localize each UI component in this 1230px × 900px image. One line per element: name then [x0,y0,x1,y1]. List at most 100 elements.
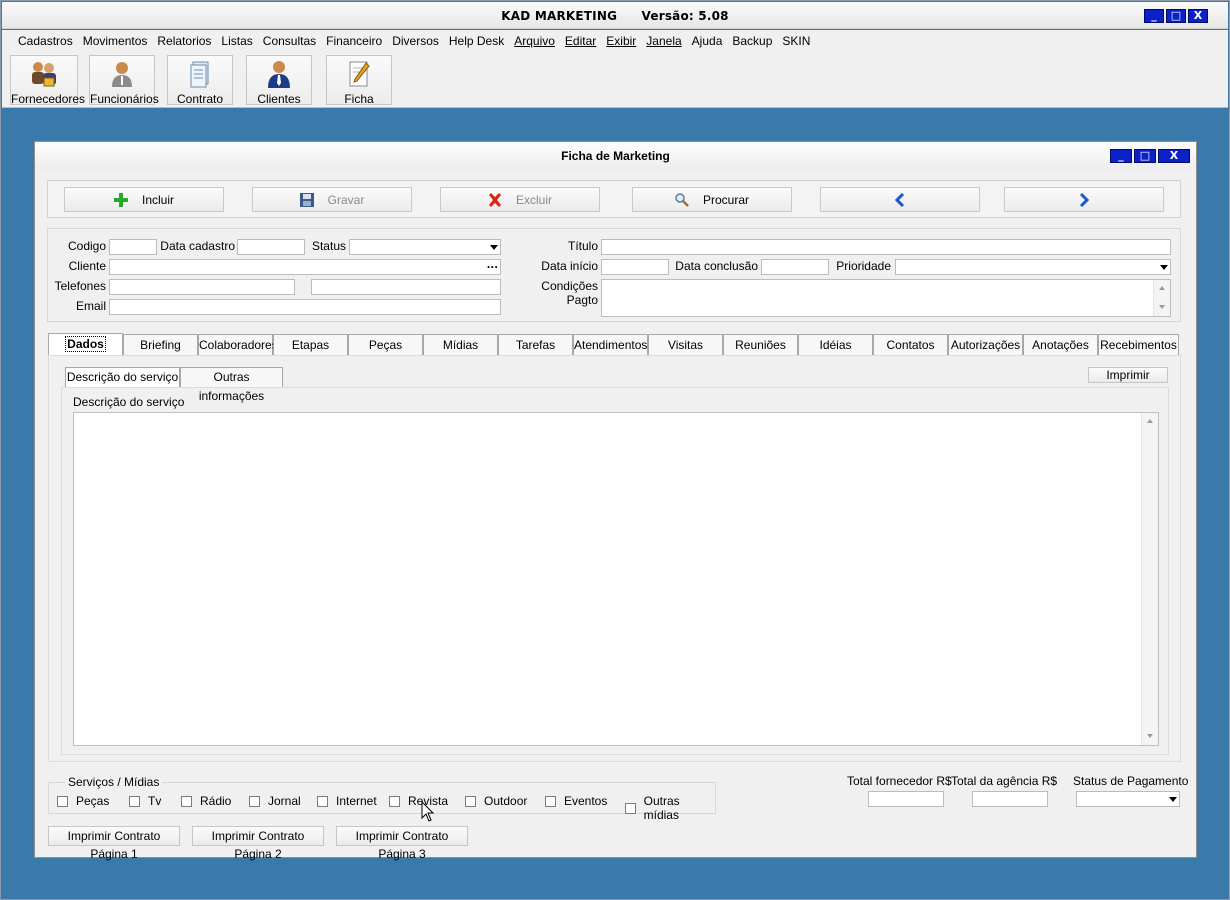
checkbox-box[interactable] [317,795,328,807]
menu-backup[interactable]: Backup [727,34,777,48]
subtab-outras-informacoes[interactable]: Outras informações [180,367,283,403]
email-field[interactable] [109,299,501,315]
next-record-button[interactable] [1004,187,1164,212]
tab-visitas[interactable]: Visitas [648,334,723,355]
checkbox-box[interactable] [625,802,636,814]
codigo-field[interactable] [109,239,157,255]
child-maximize-button[interactable]: □ [1134,149,1156,163]
memo-scrollbar[interactable] [1141,413,1158,745]
tab-briefing[interactable]: Briefing [123,334,198,355]
subtab-descricao[interactable]: Descrição do serviço [65,367,180,387]
toolbar-clientes-button[interactable]: Clientes [246,55,312,106]
checkbox-outras-midias[interactable]: Outras mídias [625,794,715,822]
tab-etapas[interactable]: Etapas [273,334,348,355]
minimize-button[interactable]: _ [1144,9,1164,23]
data-inicio-field[interactable] [601,259,669,275]
toolbar-contrato-button[interactable]: Contrato [167,55,233,106]
menu-exibir[interactable]: Exibir [601,34,641,48]
toolbar-ficha-button[interactable]: Ficha [326,55,392,106]
data-cadastro-field[interactable] [237,239,305,255]
tab-colaboradores[interactable]: Colaboradores [198,334,278,355]
checkbox-pecas[interactable]: Peças [57,794,109,808]
checkbox-radio[interactable]: Rádio [181,794,231,808]
checkbox-box[interactable] [249,795,260,807]
menu-ajuda[interactable]: Ajuda [687,34,728,48]
suppliers-icon [32,62,56,87]
checkbox-box[interactable] [181,795,192,807]
tab-autorizacoes[interactable]: Autorizações [948,334,1023,355]
checkbox-box[interactable] [389,795,400,807]
checkbox-box[interactable] [129,795,140,807]
status-pagamento-select[interactable] [1076,791,1180,807]
floppy-disk-icon [299,192,314,207]
menu-arquivo[interactable]: Arquivo [509,34,560,48]
menu-listas[interactable]: Listas [216,34,257,48]
tab-pecas[interactable]: Peças [348,334,423,355]
print-contract-page3-button[interactable]: Imprimir Contrato Página 3 [336,826,468,861]
incluir-button[interactable]: Incluir [64,187,224,212]
checkbox-box[interactable] [545,795,556,807]
cliente-field[interactable]: ... [109,259,501,275]
dados-panel: Descrição do serviço Outras informações … [48,355,1181,762]
menu-financeiro[interactable]: Financeiro [321,34,387,48]
tab-tarefas[interactable]: Tarefas [498,334,573,355]
gravar-button[interactable]: Gravar [252,187,412,212]
maximize-button[interactable]: □ [1166,9,1186,23]
menu-skin[interactable]: SKIN [777,34,815,48]
status-select[interactable] [349,239,501,255]
tab-atendimentos[interactable]: Atendimentos [573,334,648,355]
menu-janela[interactable]: Janela [641,34,686,48]
close-button[interactable]: X [1188,9,1208,23]
excluir-button[interactable]: Excluir [440,187,600,212]
telefone2-field[interactable] [311,279,501,295]
tab-dados[interactable]: Dados [48,333,123,355]
toolbar-fornecedores-button[interactable]: Fornecedores [10,55,85,106]
scroll-down-icon [1147,734,1153,738]
condicoes-pagto-field[interactable] [601,279,1171,317]
titulo-field[interactable] [601,239,1171,255]
tab-midias[interactable]: Mídias [423,334,498,355]
descricao-textarea[interactable] [73,412,1159,746]
menu-movimentos[interactable]: Movimentos [78,34,153,48]
chevron-down-icon [1160,265,1168,270]
tab-recebimentos[interactable]: Recebimentos [1098,334,1179,355]
total-fornecedor-field[interactable] [868,791,944,807]
tab-anotacoes[interactable]: Anotações [1023,334,1098,355]
menu-diversos[interactable]: Diversos [387,34,444,48]
checkbox-internet[interactable]: Internet [317,794,377,808]
chevron-down-icon [490,245,498,250]
tab-contatos[interactable]: Contatos [873,334,948,355]
tab-ideias[interactable]: Idéias [798,334,873,355]
imprimir-button[interactable]: Imprimir [1088,367,1168,383]
checkbox-box[interactable] [57,795,68,807]
checkbox-label: Peças [76,794,110,808]
data-conclusao-field[interactable] [761,259,829,275]
toolbar-funcionarios-button[interactable]: Funcionários [89,55,159,106]
print-contract-page1-button[interactable]: Imprimir Contrato Página 1 [48,826,180,861]
procurar-button[interactable]: Procurar [632,187,792,212]
child-close-button[interactable]: X [1158,149,1190,163]
checkbox-outdoor[interactable]: Outdoor [465,794,527,808]
chevron-right-icon [1079,192,1089,207]
ellipsis-button[interactable]: ... [487,260,498,271]
checkbox-revista[interactable]: Revista [389,794,448,808]
checkbox-eventos[interactable]: Eventos [545,794,607,808]
menu-help-desk[interactable]: Help Desk [444,34,509,48]
previous-record-button[interactable] [820,187,980,212]
contract-icon [190,61,209,88]
telefone1-field[interactable] [109,279,295,295]
checkbox-tv[interactable]: Tv [129,794,161,808]
checkbox-jornal[interactable]: Jornal [249,794,301,808]
checkbox-box[interactable] [465,795,476,807]
menu-cadastros[interactable]: Cadastros [13,34,78,48]
prioridade-select[interactable] [895,259,1171,275]
menu-consultas[interactable]: Consultas [258,34,321,48]
total-agencia-field[interactable] [972,791,1048,807]
search-icon [675,192,689,207]
menu-relatorios[interactable]: Relatorios [152,34,216,48]
condicoes-scrollbar[interactable] [1153,280,1170,316]
child-minimize-button[interactable]: _ [1110,149,1132,163]
print-contract-page2-button[interactable]: Imprimir Contrato Página 2 [192,826,324,861]
menu-editar[interactable]: Editar [560,34,601,48]
tab-reunioes[interactable]: Reuniões [723,334,798,355]
